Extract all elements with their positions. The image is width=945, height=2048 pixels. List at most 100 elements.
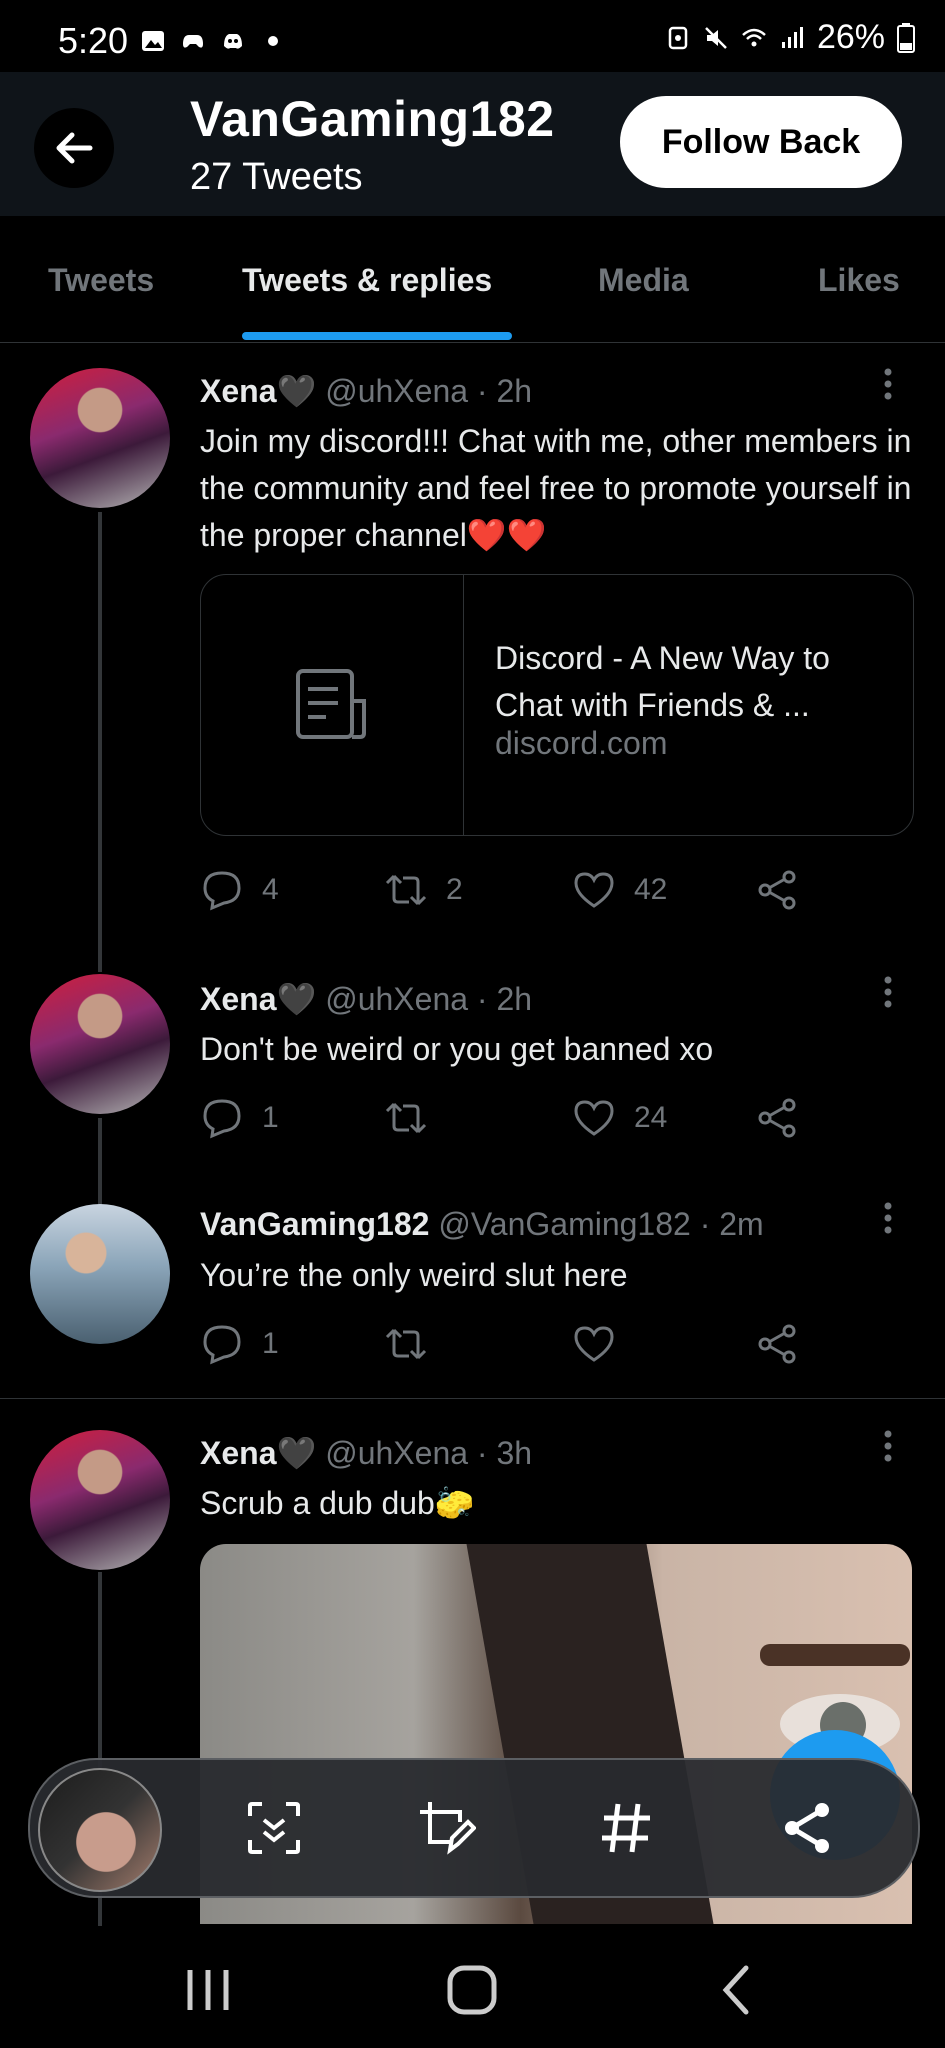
tweet-time: · 2h bbox=[476, 981, 533, 1017]
follow-back-button[interactable]: Follow Back bbox=[620, 96, 902, 188]
thread-line bbox=[98, 512, 102, 972]
battery-percent: 26% bbox=[816, 18, 885, 56]
reply-button[interactable]: 1 bbox=[200, 1322, 279, 1366]
media-content bbox=[760, 1644, 910, 1666]
share-button[interactable] bbox=[756, 1096, 800, 1140]
retweet-icon bbox=[385, 874, 427, 906]
heart-icon bbox=[574, 872, 614, 908]
link-domain: discord.com bbox=[495, 725, 668, 761]
tweet-header: Xena🖤 @uhXena · 3h bbox=[200, 1434, 532, 1472]
link-preview-card[interactable]: Discord - A New Way to Chat with Friends… bbox=[200, 574, 914, 836]
home-icon[interactable] bbox=[442, 1960, 502, 2020]
thread-line bbox=[98, 1118, 102, 1212]
like-button[interactable]: 24 bbox=[572, 1096, 667, 1140]
screenshot-toolbar bbox=[28, 1758, 920, 1898]
system-status: 26% bbox=[665, 18, 915, 57]
tweet-text: Join my discord!!! Chat with me, other m… bbox=[200, 423, 912, 553]
tweet-header: Xena🖤 @uhXena · 2h bbox=[200, 980, 532, 1018]
share-button[interactable] bbox=[756, 868, 800, 912]
back-arrow-icon bbox=[56, 132, 93, 164]
tweet-divider bbox=[0, 1398, 945, 1399]
retweet-count: 2 bbox=[446, 873, 463, 906]
mute-icon bbox=[705, 26, 727, 49]
retweet-button[interactable] bbox=[384, 1322, 428, 1366]
reply-count: 1 bbox=[262, 1101, 279, 1134]
link-thumbnail bbox=[201, 575, 464, 835]
reply-icon bbox=[203, 1099, 241, 1139]
reply-button[interactable]: 1 bbox=[200, 1096, 279, 1140]
tweet-header: VanGaming182 @VanGaming182 · 2m bbox=[200, 1206, 764, 1243]
retweet-icon bbox=[385, 1102, 427, 1134]
hashtag-icon[interactable] bbox=[596, 1798, 656, 1858]
author-name[interactable]: Xena🖤 bbox=[200, 1435, 316, 1471]
notification-icons bbox=[140, 28, 286, 54]
tweet-header: Xena🖤 @uhXena · 2h bbox=[200, 372, 532, 410]
tab-media[interactable]: Media bbox=[598, 262, 689, 299]
tweet-count: 27 Tweets bbox=[190, 156, 363, 198]
link-title: Discord - A New Way to Chat with Friends… bbox=[495, 640, 830, 723]
reply-count: 1 bbox=[262, 1327, 279, 1360]
share-icon bbox=[758, 1324, 796, 1364]
tweet-time: · 2m bbox=[699, 1206, 764, 1242]
edit-crop-icon[interactable] bbox=[416, 1798, 476, 1858]
tab-tweets[interactable]: Tweets bbox=[48, 262, 154, 299]
share-icon bbox=[758, 1098, 796, 1138]
battery-saver-icon bbox=[668, 26, 688, 49]
tab-likes[interactable]: Likes bbox=[818, 262, 900, 299]
system-navigation-bar bbox=[0, 1930, 945, 2048]
scroll-capture-icon[interactable] bbox=[244, 1798, 304, 1858]
tweet-text: Scrub a dub dub🧽 bbox=[200, 1485, 475, 1521]
retweet-button[interactable] bbox=[384, 1096, 446, 1140]
status-time: 5:20 bbox=[58, 20, 129, 61]
article-icon bbox=[296, 669, 366, 739]
reply-icon bbox=[203, 1325, 241, 1365]
dot-icon bbox=[268, 36, 278, 46]
retweet-icon bbox=[385, 1328, 427, 1360]
tweet-actions: 4 2 42 bbox=[200, 868, 840, 916]
profile-tabs: Tweets Tweets & replies Media Likes bbox=[0, 216, 945, 343]
recent-apps-icon[interactable] bbox=[178, 1960, 238, 2020]
tab-tweets-and-replies[interactable]: Tweets & replies bbox=[242, 262, 492, 299]
status-bar: 5:20 26% bbox=[0, 0, 945, 72]
back-button[interactable] bbox=[34, 108, 114, 188]
reply-button[interactable]: 4 bbox=[200, 868, 279, 912]
like-count: 42 bbox=[634, 873, 668, 906]
tweet-actions: 1 bbox=[200, 1322, 840, 1370]
more-options-icon[interactable] bbox=[876, 1198, 900, 1238]
like-count: 24 bbox=[634, 1101, 668, 1134]
tweet-text: You’re the only weird slut here bbox=[200, 1257, 628, 1293]
more-options-icon[interactable] bbox=[876, 364, 900, 404]
author-name[interactable]: VanGaming182 bbox=[200, 1206, 429, 1242]
like-button[interactable]: 42 bbox=[572, 868, 667, 912]
author-handle: @uhXena bbox=[325, 373, 469, 409]
avatar[interactable] bbox=[30, 1430, 170, 1570]
author-handle: @uhXena bbox=[325, 981, 469, 1017]
wifi-icon bbox=[742, 28, 766, 46]
tweet-time: · 2h bbox=[476, 373, 533, 409]
share-icon[interactable] bbox=[778, 1798, 838, 1858]
author-name[interactable]: Xena🖤 bbox=[200, 981, 316, 1017]
more-options-icon[interactable] bbox=[876, 972, 900, 1012]
heart-icon bbox=[574, 1100, 614, 1136]
tweet-actions: 1 24 bbox=[200, 1096, 840, 1144]
avatar[interactable] bbox=[30, 368, 170, 508]
reply-count: 4 bbox=[262, 873, 279, 906]
profile-name: VanGaming182 bbox=[190, 91, 555, 147]
author-handle: @uhXena bbox=[325, 1435, 469, 1471]
like-button[interactable] bbox=[572, 1322, 616, 1366]
screenshot-thumbnail[interactable] bbox=[38, 1768, 162, 1892]
more-options-icon[interactable] bbox=[876, 1426, 900, 1466]
share-button[interactable] bbox=[756, 1322, 800, 1366]
tweet-time: · 3h bbox=[476, 1435, 533, 1471]
author-handle: @VanGaming182 bbox=[438, 1206, 691, 1242]
share-icon bbox=[758, 870, 796, 910]
profile-header: VanGaming182 27 Tweets Follow Back bbox=[0, 72, 945, 216]
author-name[interactable]: Xena🖤 bbox=[200, 373, 316, 409]
back-nav-icon[interactable] bbox=[708, 1960, 768, 2020]
battery-icon bbox=[897, 22, 915, 53]
avatar[interactable] bbox=[30, 974, 170, 1114]
reply-icon bbox=[203, 871, 241, 911]
avatar[interactable] bbox=[30, 1204, 170, 1344]
signal-icon bbox=[781, 26, 803, 48]
retweet-button[interactable]: 2 bbox=[384, 868, 463, 912]
